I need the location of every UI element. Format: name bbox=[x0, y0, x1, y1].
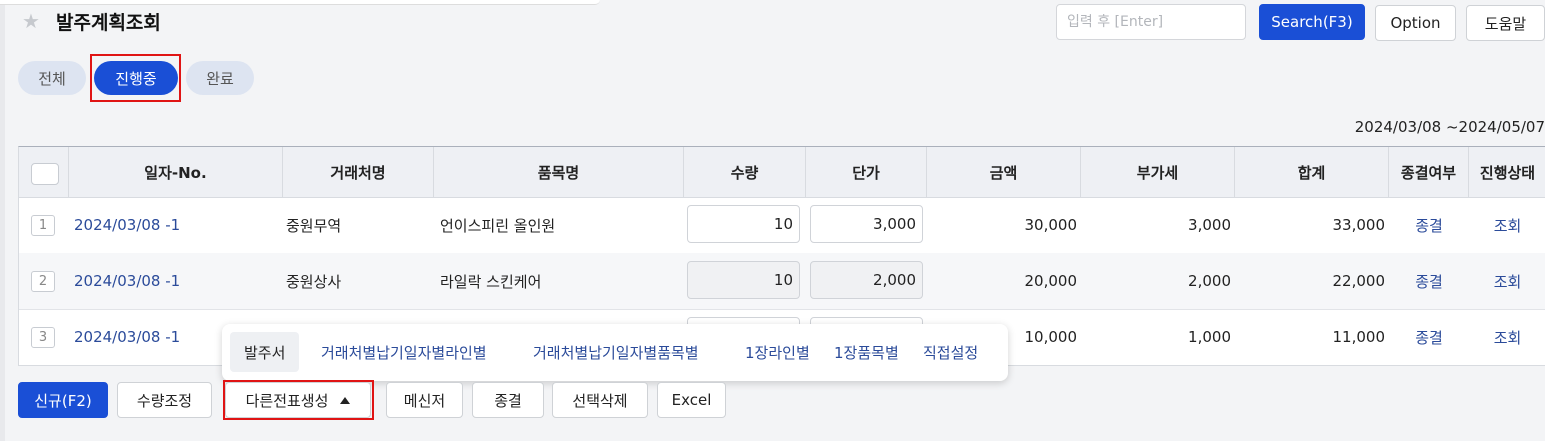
row-item: 라일락 스킨케어 bbox=[440, 272, 542, 291]
row-vendor: 중원무역 bbox=[286, 216, 342, 235]
row-total: 11,000 bbox=[1332, 328, 1386, 346]
table-header: 일자-No. 거래처명 품목명 수량 단가 금액 부가세 합계 종결여부 진행상… bbox=[19, 147, 1545, 198]
row-total: 33,000 bbox=[1332, 216, 1386, 234]
popup-item-single-line[interactable]: 1장라인별 bbox=[745, 332, 810, 372]
tab-in-progress[interactable]: 진행중 bbox=[94, 61, 178, 95]
col-close[interactable]: 종결여부 bbox=[1389, 147, 1469, 197]
row-status-link[interactable]: 조회 bbox=[1469, 253, 1545, 309]
row-vendor: 중원상사 bbox=[286, 272, 342, 291]
row-total: 22,000 bbox=[1332, 272, 1386, 290]
other-slip-popup-menu: 발주서 거래처별납기일자별라인별 거래처별납기일자별품목별 1장라인별 1장품목… bbox=[222, 324, 1008, 381]
row-qty-input[interactable]: 10 bbox=[687, 261, 800, 299]
table-row[interactable]: 2 2024/03/08 -1 중원상사 라일락 스킨케어 10 2,000 2… bbox=[19, 253, 1545, 310]
new-button[interactable]: 신규(F2) bbox=[18, 382, 108, 418]
row-close-link[interactable]: 종결 bbox=[1389, 197, 1469, 253]
select-all-checkbox[interactable] bbox=[31, 163, 59, 185]
col-price[interactable]: 단가 bbox=[806, 147, 927, 197]
row-vat: 2,000 bbox=[1188, 272, 1231, 290]
col-vendor[interactable]: 거래처명 bbox=[283, 147, 434, 197]
row-number[interactable]: 2 bbox=[31, 271, 55, 292]
row-price-input[interactable]: 2,000 bbox=[810, 261, 923, 299]
tab-complete[interactable]: 완료 bbox=[186, 61, 254, 95]
popup-item-by-vendor-date-line[interactable]: 거래처별납기일자별라인별 bbox=[321, 332, 487, 372]
row-status-link[interactable]: 조회 bbox=[1469, 197, 1545, 253]
col-qty[interactable]: 수량 bbox=[684, 147, 806, 197]
col-total[interactable]: 합계 bbox=[1235, 147, 1389, 197]
popup-item-single-item[interactable]: 1장품목별 bbox=[834, 332, 899, 372]
row-price-input[interactable]: 3,000 bbox=[810, 205, 923, 243]
col-vat[interactable]: 부가세 bbox=[1081, 147, 1235, 197]
top-tab-edge bbox=[0, 0, 600, 5]
table-row[interactable]: 1 2024/03/08 -1 중원무역 언이스피린 올인원 10 3,000 … bbox=[19, 197, 1545, 254]
row-amount: 20,000 bbox=[1024, 272, 1078, 290]
option-button[interactable]: Option bbox=[1375, 5, 1456, 41]
row-qty-input[interactable]: 10 bbox=[687, 205, 800, 243]
qty-adjust-button[interactable]: 수량조정 bbox=[117, 382, 212, 418]
tab-all[interactable]: 전체 bbox=[18, 61, 86, 95]
row-item: 언이스피린 올인원 bbox=[440, 216, 556, 235]
row-date-no-link[interactable]: 2024/03/08 -1 bbox=[74, 253, 180, 309]
favorite-star-icon[interactable]: ★ bbox=[22, 9, 40, 33]
search-button[interactable]: Search(F3) bbox=[1259, 4, 1365, 40]
delete-selected-button[interactable]: 선택삭제 bbox=[552, 382, 648, 418]
close-button[interactable]: 종결 bbox=[472, 382, 544, 418]
row-vat: 3,000 bbox=[1188, 216, 1231, 234]
row-number[interactable]: 3 bbox=[31, 327, 55, 348]
row-number[interactable]: 1 bbox=[31, 215, 55, 236]
row-date-no-link[interactable]: 2024/03/08 -1 bbox=[74, 309, 180, 365]
col-date-no[interactable]: 일자-No. bbox=[69, 147, 283, 197]
caret-up-icon bbox=[340, 396, 351, 404]
other-slip-button[interactable]: 다른전표생성 bbox=[225, 382, 371, 418]
header-select-all bbox=[19, 147, 69, 197]
row-status-link[interactable]: 조회 bbox=[1469, 309, 1545, 365]
col-amount[interactable]: 금액 bbox=[927, 147, 1081, 197]
help-button[interactable]: 도움말 bbox=[1466, 5, 1545, 41]
row-amount: 30,000 bbox=[1024, 216, 1078, 234]
row-date-no-link[interactable]: 2024/03/08 -1 bbox=[74, 197, 180, 253]
page-title: 발주계획조회 bbox=[56, 12, 161, 34]
popup-item-purchase-order[interactable]: 발주서 bbox=[230, 332, 300, 372]
excel-button[interactable]: Excel bbox=[657, 382, 726, 418]
other-slip-label: 다른전표생성 bbox=[245, 391, 329, 410]
col-item[interactable]: 품목명 bbox=[434, 147, 684, 197]
date-range: 2024/03/08 ~2024/05/07 bbox=[1354, 118, 1545, 136]
messenger-button[interactable]: 메신저 bbox=[386, 382, 463, 418]
popup-item-by-vendor-date-item[interactable]: 거래처별납기일자별품목별 bbox=[533, 332, 699, 372]
popup-item-custom[interactable]: 직접설정 bbox=[923, 332, 978, 372]
row-close-link[interactable]: 종결 bbox=[1389, 253, 1469, 309]
left-edge bbox=[0, 0, 5, 441]
search-input[interactable] bbox=[1056, 4, 1246, 40]
row-close-link[interactable]: 종결 bbox=[1389, 309, 1469, 365]
col-status[interactable]: 진행상태 bbox=[1469, 147, 1545, 197]
row-vat: 1,000 bbox=[1188, 328, 1231, 346]
